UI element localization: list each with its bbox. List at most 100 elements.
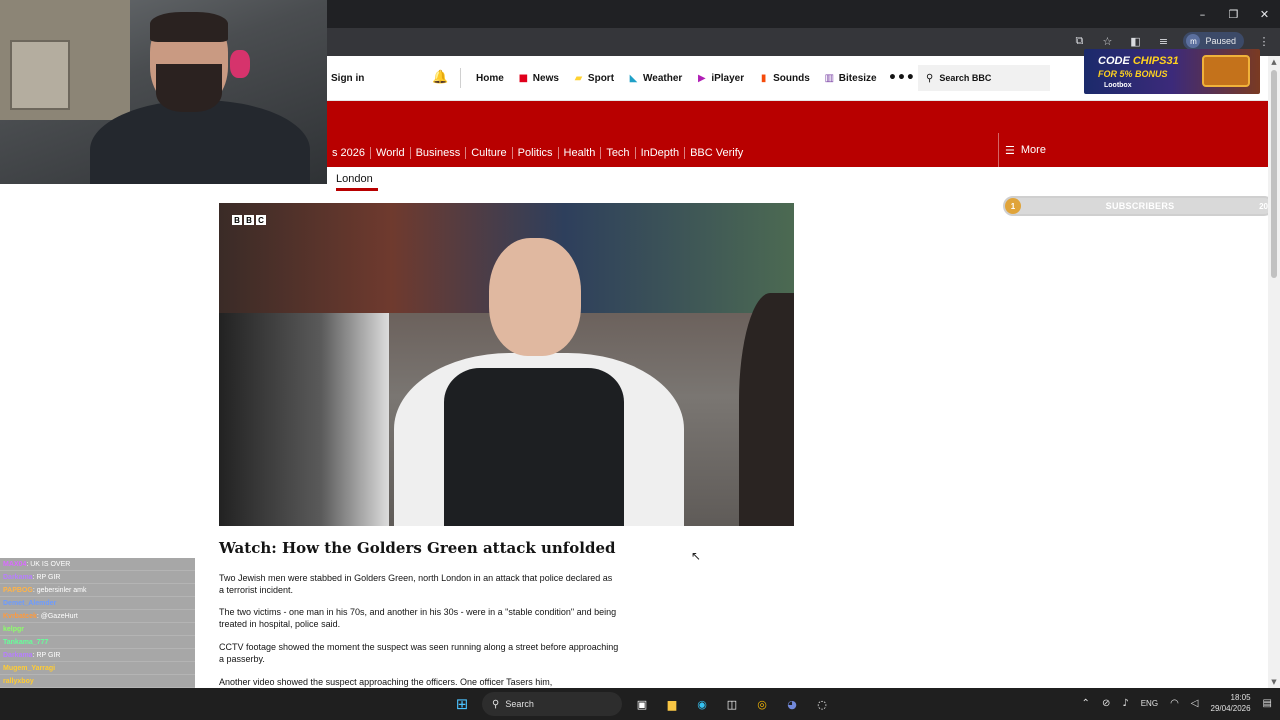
taskbar-apps: ⊞ ⚲ Search ▣ ▆ ◉ ◫ ◎ ◕ ◌ — [452, 692, 832, 716]
news-icon: ■ — [518, 72, 529, 84]
chat-username[interactable]: Darkama — [3, 574, 33, 581]
obs-icon[interactable]: ◌ — [812, 694, 832, 714]
bookmark-star-icon[interactable]: ☆ — [1099, 35, 1115, 48]
bbc-logo-letter: C — [256, 215, 266, 225]
chat-username[interactable]: MAX04 — [3, 561, 26, 568]
edge-browser-icon[interactable]: ◉ — [692, 694, 712, 714]
nav-sport-label: Sport — [587, 73, 615, 84]
menu-kebab-icon[interactable]: ⋮ — [1256, 35, 1272, 48]
minimize-button[interactable]: – — [1187, 0, 1218, 28]
section-nav-item-politics[interactable]: Politics — [513, 147, 559, 159]
nav-news[interactable]: ■ News — [518, 73, 559, 84]
notifications-icon[interactable]: ▤ — [1263, 698, 1272, 709]
chat-username[interactable]: Darkama — [3, 652, 33, 659]
tray-app-icon[interactable]: ⊘ — [1102, 698, 1110, 709]
chat-username[interactable]: Demet_Alemder — [3, 600, 56, 607]
lootbox-ad-banner[interactable]: CODE CHIPS31 FOR 5% BONUS Lootbox — [1084, 49, 1260, 94]
chat-username[interactable]: Mugem_Yarragi — [3, 665, 55, 672]
section-nav-item-2026[interactable]: s 2026 — [327, 147, 372, 159]
windows-taskbar: ⊞ ⚲ Search ▣ ▆ ◉ ◫ ◎ ◕ ◌ ⌃ ⊘ ♪ ENG ◠ ◁ 1… — [0, 688, 1280, 720]
chat-username[interactable]: Kvrbatcek — [3, 613, 37, 620]
nav-iplayer[interactable]: ▶ iPlayer — [696, 73, 744, 84]
more-menu-button[interactable]: ☰ More — [998, 133, 1270, 167]
chat-message: Mugem_Yarragi — [0, 662, 195, 675]
microsoft-store-icon[interactable]: ◫ — [722, 694, 742, 714]
sport-icon: ▰ — [574, 72, 583, 84]
webcam-person-beard — [156, 64, 222, 112]
subscriber-count: 1 — [1005, 198, 1021, 214]
microphone-icon[interactable]: ♪ — [1122, 698, 1128, 709]
chat-message: kelpgr — [0, 623, 195, 636]
language-indicator[interactable]: ENG — [1141, 699, 1158, 708]
cast-icon[interactable]: ⧉ — [1071, 34, 1087, 48]
hero-woman-figure — [739, 293, 794, 526]
search-bbc-input[interactable]: ⚲ Search BBC — [918, 65, 1050, 91]
section-nav-item-culture[interactable]: Culture — [466, 147, 513, 159]
ad-code-prefix: CODE — [1098, 55, 1133, 67]
taskbar-search-label: Search — [505, 699, 534, 709]
chat-text: : RP GIR — [32, 652, 61, 659]
chat-username[interactable]: rallyxboy — [3, 678, 34, 685]
nav-sport[interactable]: ▰ Sport — [573, 73, 614, 84]
taskbar-search-box[interactable]: ⚲ Search — [482, 692, 622, 716]
webcam-figurine — [230, 50, 250, 78]
bitesize-icon: ▥ — [824, 72, 835, 84]
weather-icon: ◣ — [629, 72, 638, 84]
profile-paused-button[interactable]: m Paused — [1183, 32, 1244, 50]
chat-message: Darkama: RP GIR — [0, 571, 195, 584]
page-scrollbar[interactable]: ▲ ▼ — [1268, 56, 1280, 688]
article-hero-video[interactable]: B B C — [219, 203, 794, 526]
scrollbar-thumb[interactable] — [1271, 70, 1277, 278]
windows-start-icon[interactable]: ⊞ — [452, 694, 472, 714]
more-links-ellipsis-icon[interactable]: ••• — [888, 70, 915, 86]
chat-username[interactable]: Tankama_777 — [3, 639, 48, 646]
chrome-browser-icon[interactable]: ◎ — [752, 694, 772, 714]
nav-home[interactable]: Home — [476, 73, 504, 84]
section-nav-item-health[interactable]: Health — [559, 147, 602, 159]
system-clock[interactable]: 18:05 29/04/2026 — [1211, 692, 1251, 714]
nav-home-label: Home — [476, 73, 504, 84]
scroll-up-arrow-icon[interactable]: ▲ — [1268, 56, 1280, 68]
volume-icon[interactable]: ◁ — [1191, 698, 1199, 709]
close-button[interactable]: ✕ — [1249, 0, 1280, 28]
file-explorer-icon[interactable]: ▆ — [662, 694, 682, 714]
bbc-logo: B B C — [232, 215, 266, 225]
bbc-primary-nav: Home ■ News ▰ Sport ◣ Weather ▶ iPlayer ▮ Sou… — [476, 73, 877, 84]
wifi-icon[interactable]: ◠ — [1170, 698, 1179, 709]
chat-message: rallyxboy — [0, 675, 195, 688]
section-nav-item-bbc-verify[interactable]: BBC Verify — [685, 147, 748, 159]
section-nav-item-tech[interactable]: Tech — [601, 147, 636, 159]
section-nav-item-business[interactable]: Business — [411, 147, 467, 159]
subnav-london-tab[interactable]: London — [336, 173, 373, 185]
nav-sounds[interactable]: ▮ Sounds — [758, 73, 810, 84]
iplayer-icon: ▶ — [697, 72, 706, 84]
nav-weather-label: Weather — [643, 73, 683, 84]
nav-bitesize[interactable]: ▥ Bitesize — [824, 73, 877, 84]
bbc-logo-letter: B — [244, 215, 254, 225]
section-nav-item-indepth[interactable]: InDepth — [636, 147, 686, 159]
task-view-icon[interactable]: ▣ — [632, 694, 652, 714]
chat-username[interactable]: PAPBOG — [3, 587, 33, 594]
chat-text: : @GazeHurt — [36, 613, 78, 620]
tray-chevron-up-icon[interactable]: ⌃ — [1082, 698, 1090, 709]
scroll-down-arrow-icon[interactable]: ▼ — [1268, 676, 1280, 688]
article-headline: Watch: How the Golders Green attack unfo… — [219, 539, 616, 557]
sign-in-link[interactable]: Sign in — [331, 73, 364, 84]
maximize-button[interactable]: ❐ — [1218, 0, 1249, 28]
notifications-bell-icon[interactable]: 🔔 — [432, 70, 448, 85]
subnav-active-indicator — [336, 188, 378, 191]
profile-avatar: m — [1186, 34, 1201, 48]
chat-username[interactable]: kelpgr — [3, 626, 24, 633]
section-nav-item-world[interactable]: World — [371, 147, 411, 159]
extensions-icon[interactable]: ◧ — [1127, 35, 1143, 48]
sounds-icon: ▮ — [760, 72, 767, 84]
ad-brand-logo: Lootbox — [1104, 82, 1132, 89]
reading-list-icon[interactable]: ≡ — [1155, 35, 1171, 48]
discord-icon[interactable]: ◕ — [782, 694, 802, 714]
clock-date: 29/04/2026 — [1210, 704, 1251, 713]
chat-text: : RP GIR — [32, 574, 61, 581]
subscriber-goal: 20 — [1259, 201, 1268, 211]
hero-background-officers — [219, 313, 389, 526]
ad-bonus-text: FOR 5% BONUS — [1098, 69, 1168, 79]
nav-weather[interactable]: ◣ Weather — [628, 72, 683, 84]
